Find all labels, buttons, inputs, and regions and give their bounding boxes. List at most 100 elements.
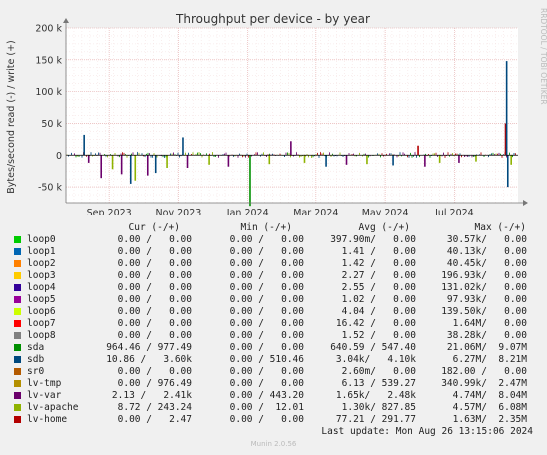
legend-max-value: 21.06M/ 9.07M <box>446 342 527 353</box>
legend-cur-value: 0.00 / 0.00 <box>117 366 192 377</box>
y-axis-arrow <box>63 18 69 23</box>
legend-min-value: 0.00 / 0.00 <box>229 294 304 305</box>
legend-avg-value: 1.02 / 0.00 <box>341 294 416 305</box>
legend-avg-value: 6.13 / 539.27 <box>341 378 416 389</box>
legend-min-value: 0.00 / 510.46 <box>229 354 304 365</box>
legend-row-loop5: loop5 0.00 / 0.00 0.00 / 0.00 1.02 / 0.00 97… <box>12 294 542 306</box>
legend-series-name: loop2 <box>27 258 56 269</box>
legend-max-value: 40.13k/ 0.00 <box>446 246 527 257</box>
x-tick-label: Sep 2023 <box>87 208 132 215</box>
legend-cur-value: 0.00 / 0.00 <box>117 306 192 317</box>
x-tick-label: Jul 2024 <box>434 208 474 215</box>
munin-version: Munin 2.0.56 <box>250 440 297 448</box>
legend-cur-value: 2.13 / 2.41k <box>111 390 192 401</box>
legend-series-name: sda <box>27 342 45 353</box>
legend-cur-value: 0.00 / 0.00 <box>117 246 192 257</box>
legend-avg-value: 1.42 / 0.00 <box>341 258 416 269</box>
legend-row-loop6: loop6 0.00 / 0.00 0.00 / 0.00 4.04 / 0.00 13… <box>12 306 542 318</box>
legend-header-cur: Cur (-/+) <box>128 222 180 233</box>
legend-row-sr0: sr0 0.00 / 0.00 0.00 / 0.00 2.60m/ 0.00 182.… <box>12 366 542 378</box>
legend-min-value: 0.00 / 0.00 <box>229 246 304 257</box>
legend-row-loop7: loop7 0.00 / 0.00 0.00 / 0.00 16.42 / 0.00 1… <box>12 318 542 330</box>
legend-cur-value: 964.46 / 977.49 <box>106 342 192 353</box>
legend-min-value: 0.00 / 0.00 <box>229 366 304 377</box>
legend-cur-value: 0.00 / 2.47 <box>117 414 192 425</box>
y-tick-label: 200 k <box>35 24 62 35</box>
last-update: Last update: Mon Aug 26 13:15:06 2024 <box>321 426 533 437</box>
legend-row-lv-apache: lv-apache 8.72 / 243.24 0.00 / 12.01 1.30k/… <box>12 402 542 414</box>
legend-series-name: lv-var <box>27 390 62 401</box>
legend-row-loop3: loop3 0.00 / 0.00 0.00 / 0.00 2.27 / 0.00 19… <box>12 270 542 282</box>
legend-avg-value: 397.90m/ 0.00 <box>330 234 416 245</box>
legend-cur-value: 0.00 / 976.49 <box>117 378 192 389</box>
legend-max-value: 196.93k/ 0.00 <box>441 270 527 281</box>
legend-max-value: 1.63M/ 2.35M <box>452 414 527 425</box>
legend-min-value: 0.00 / 0.00 <box>229 234 304 245</box>
legend-cur-value: 0.00 / 0.00 <box>117 234 192 245</box>
x-tick-label: Mar 2024 <box>293 208 338 215</box>
legend-cur-value: 0.00 / 0.00 <box>117 318 192 329</box>
legend-avg-value: 2.60m/ 0.00 <box>341 366 416 377</box>
x-tick-label: May 2024 <box>362 208 409 215</box>
legend-cur-value: 0.00 / 0.00 <box>117 330 192 341</box>
legend-avg-value: 2.27 / 0.00 <box>341 270 416 281</box>
legend-cur-value: 10.86 / 3.60k <box>106 354 192 365</box>
y-tick-label: 150 k <box>35 55 62 66</box>
legend-max-value: 30.57k/ 0.00 <box>446 234 527 245</box>
legend-row-loop8: loop8 0.00 / 0.00 0.00 / 0.00 1.52 / 0.00 38… <box>12 330 542 342</box>
legend-max-value: 38.28k/ 0.00 <box>446 330 527 341</box>
legend-swatch <box>14 380 21 387</box>
legend-series-name: loop5 <box>27 294 56 305</box>
legend-avg-value: 1.65k/ 2.48k <box>335 390 416 401</box>
legend-cur-value: 0.00 / 0.00 <box>117 282 192 293</box>
legend-min-value: 0.00 / 443.20 <box>229 390 304 401</box>
legend-series-name: loop0 <box>27 234 56 245</box>
legend-swatch <box>14 332 21 339</box>
legend-avg-value: 77.21 / 291.77 <box>335 414 416 425</box>
legend-cur-value: 0.00 / 0.00 <box>117 270 192 281</box>
legend-header-avg: Avg (-/+) <box>358 222 410 233</box>
legend-min-value: 0.00 / 0.00 <box>229 330 304 341</box>
y-tick-label: 50 k <box>41 119 62 130</box>
legend-max-value: 139.50k/ 0.00 <box>441 306 527 317</box>
legend-max-value: 182.00 / 0.00 <box>441 366 527 377</box>
legend-swatch <box>14 236 21 243</box>
legend-max-value: 40.45k/ 0.00 <box>446 258 527 269</box>
legend-max-value: 4.74M/ 8.04M <box>452 390 527 401</box>
legend-min-value: 0.00 / 0.00 <box>229 342 304 353</box>
y-tick-label: 0 <box>56 151 62 162</box>
legend-avg-value: 1.52 / 0.00 <box>341 330 416 341</box>
legend-max-value: 131.02k/ 0.00 <box>441 282 527 293</box>
legend-avg-value: 4.04 / 0.00 <box>341 306 416 317</box>
legend-swatch <box>14 248 21 255</box>
legend-series-name: sdb <box>27 354 45 365</box>
x-tick-label: Nov 2023 <box>156 208 202 215</box>
legend-max-value: 1.64M/ 0.00 <box>452 318 527 329</box>
legend-min-value: 0.00 / 0.00 <box>229 378 304 389</box>
legend-avg-value: 3.04k/ 4.10k <box>335 354 416 365</box>
x-axis-arrow <box>523 200 528 206</box>
legend-series-name: loop1 <box>27 246 56 257</box>
legend-min-value: 0.00 / 0.00 <box>229 258 304 269</box>
legend-cur-value: 0.00 / 0.00 <box>117 258 192 269</box>
legend-min-value: 0.00 / 12.01 <box>229 402 304 413</box>
legend-max-value: 340.99k/ 2.47M <box>441 378 527 389</box>
legend-row-loop1: loop1 0.00 / 0.00 0.00 / 0.00 1.41 / 0.00 40… <box>12 246 542 258</box>
rrdtool-credit: RRDTOOL / TOBI OETIKER <box>539 8 547 105</box>
legend-series-name: loop4 <box>27 282 56 293</box>
legend-avg-value: 16.42 / 0.00 <box>335 318 416 329</box>
legend-header-min: Min (-/+) <box>240 222 292 233</box>
legend-cur-value: 0.00 / 0.00 <box>117 294 192 305</box>
legend-series-name: lv-apache <box>27 402 79 413</box>
legend-header-max: Max (-/+) <box>474 222 526 233</box>
legend-swatch <box>14 392 21 399</box>
legend-min-value: 0.00 / 0.00 <box>229 270 304 281</box>
legend-swatch <box>14 284 21 291</box>
legend-row-lv-var: lv-var 2.13 / 2.41k 0.00 / 443.20 1.65k/ 2.… <box>12 390 542 402</box>
legend-row-loop0: loop0 0.00 / 0.00 0.00 / 0.00 397.90m/ 0.00… <box>12 234 542 246</box>
legend-series-name: lv-home <box>27 414 68 425</box>
legend-min-value: 0.00 / 0.00 <box>229 306 304 317</box>
legend-series-name: loop8 <box>27 330 56 341</box>
throughput-chart: -50 k 0 50 k 100 k 150 k 200 k Sep 2023 Nov 202… <box>6 12 528 215</box>
legend-swatch <box>14 320 21 327</box>
